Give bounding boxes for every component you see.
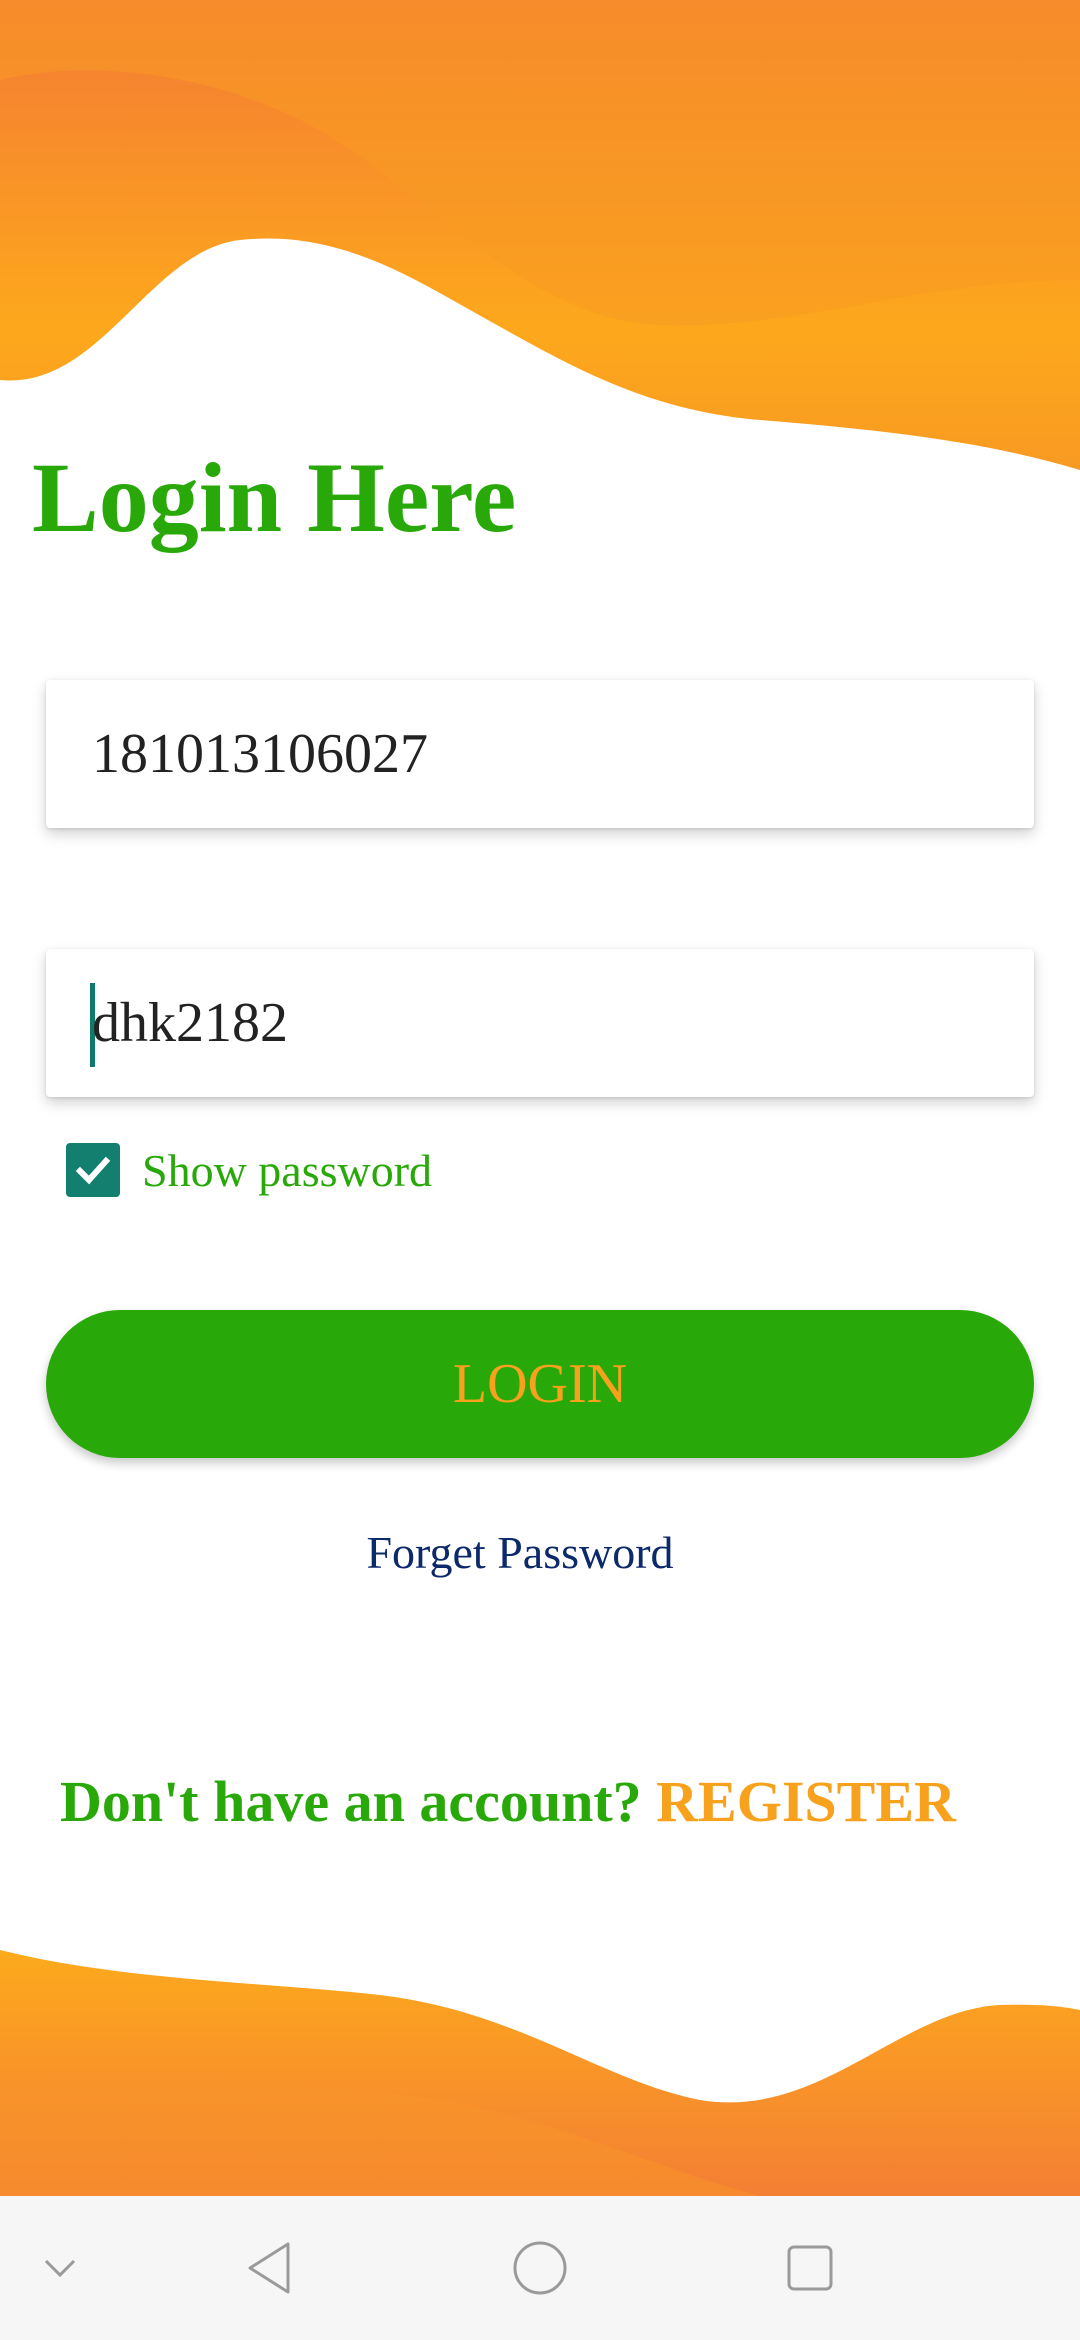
back-icon[interactable] [230, 2196, 310, 2340]
recents-icon[interactable] [770, 2196, 850, 2340]
show-password-checkbox[interactable] [66, 1143, 120, 1197]
forget-password-link[interactable]: Forget Password [0, 1526, 1040, 1579]
register-row: Don't have an account? REGISTER [60, 1768, 956, 1835]
system-nav-bar [0, 2196, 1080, 2340]
bottom-wave-decoration [0, 1950, 1080, 2196]
password-field[interactable] [46, 949, 1034, 1097]
login-button[interactable]: LOGIN [46, 1310, 1034, 1458]
register-prompt: Don't have an account? [60, 1769, 657, 1834]
show-password-label: Show password [142, 1144, 433, 1196]
page-title: Login Here [32, 442, 517, 553]
check-icon [75, 1156, 111, 1185]
username-input[interactable] [92, 680, 992, 828]
home-icon[interactable] [500, 2196, 580, 2340]
chevron-down-icon[interactable] [30, 2196, 90, 2340]
show-password-toggle[interactable]: Show password [66, 1142, 432, 1198]
password-input[interactable] [92, 949, 992, 1097]
register-link[interactable]: REGISTER [656, 1769, 956, 1834]
top-wave-decoration [0, 0, 1080, 470]
username-field[interactable] [46, 680, 1034, 828]
login-button-label: LOGIN [452, 1353, 628, 1415]
